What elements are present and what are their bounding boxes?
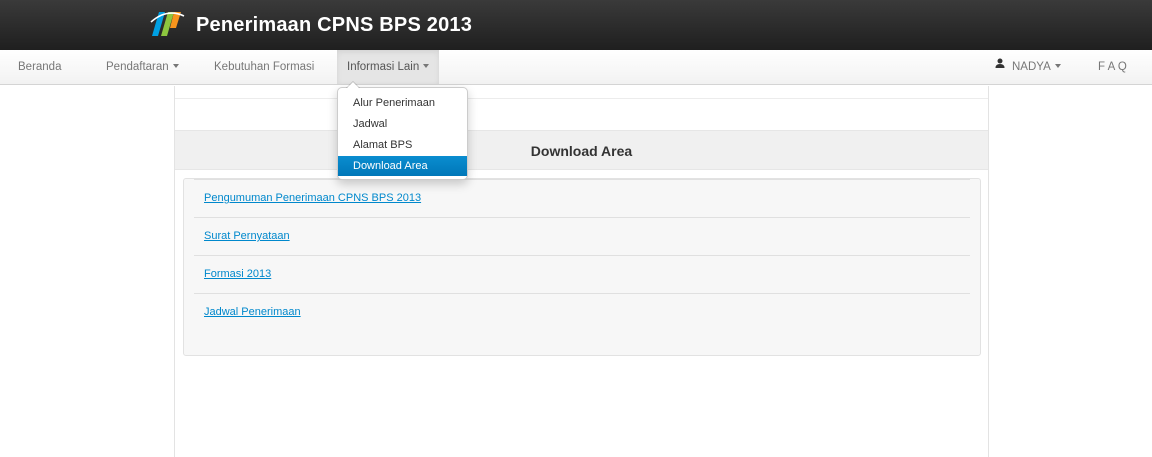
nav-label: Pendaftaran [106, 61, 169, 73]
top-header-bar: Penerimaan CPNS BPS 2013 [0, 0, 1152, 50]
menu-item-alamat-bps[interactable]: Alamat BPS [338, 135, 467, 155]
menu-item-download-area[interactable]: Download Area [338, 156, 467, 176]
informasi-lain-dropdown: Alur Penerimaan Jadwal Alamat BPS Downlo… [337, 81, 468, 180]
download-link-pengumuman[interactable]: Pengumuman Penerimaan CPNS BPS 2013 [204, 192, 421, 204]
nav-pendaftaran[interactable]: Pendaftaran [96, 50, 189, 84]
bps-logo-icon [148, 6, 186, 45]
section-title: Download Area [530, 143, 633, 159]
main-navbar: Beranda Pendaftaran Kebutuhan Formasi In… [0, 50, 1152, 85]
caret-down-icon [423, 63, 430, 68]
nav-kebutuhan-formasi[interactable]: Kebutuhan Formasi [204, 50, 324, 84]
download-link-jadwal[interactable]: Jadwal Penerimaan [204, 306, 301, 318]
menu-item-jadwal[interactable]: Jadwal [338, 114, 467, 134]
list-item: Formasi 2013 [194, 255, 970, 293]
list-item: Jadwal Penerimaan [194, 293, 970, 331]
download-link-surat-pernyataan[interactable]: Surat Pernyataan [204, 230, 290, 242]
user-icon [995, 48, 1005, 82]
caret-down-icon [1054, 63, 1061, 68]
nav-label: F A Q [1098, 61, 1127, 73]
section-header: Download Area [175, 130, 988, 170]
main-content: Download Area Pengumuman Penerimaan CPNS… [174, 86, 989, 457]
download-link-formasi[interactable]: Formasi 2013 [204, 268, 271, 280]
menu-item-alur-penerimaan[interactable]: Alur Penerimaan [338, 93, 467, 113]
nav-faq[interactable]: F A Q [1088, 50, 1137, 84]
brand[interactable]: Penerimaan CPNS BPS 2013 [148, 8, 472, 42]
nav-label: Beranda [18, 61, 62, 73]
divider [175, 98, 988, 99]
download-list: Pengumuman Penerimaan CPNS BPS 2013 Sura… [183, 178, 981, 356]
list-item: Surat Pernyataan [194, 217, 970, 255]
nav-label: Informasi Lain [347, 61, 420, 73]
nav-beranda[interactable]: Beranda [8, 50, 71, 84]
caret-down-icon [172, 63, 179, 68]
nav-label: Kebutuhan Formasi [214, 61, 315, 73]
list-item: Pengumuman Penerimaan CPNS BPS 2013 [194, 179, 970, 217]
user-name: NADYA [1012, 61, 1051, 73]
nav-informasi-lain[interactable]: Informasi Lain [337, 50, 440, 84]
nav-user-menu[interactable]: NADYA [985, 50, 1071, 84]
app-title: Penerimaan CPNS BPS 2013 [196, 13, 473, 36]
